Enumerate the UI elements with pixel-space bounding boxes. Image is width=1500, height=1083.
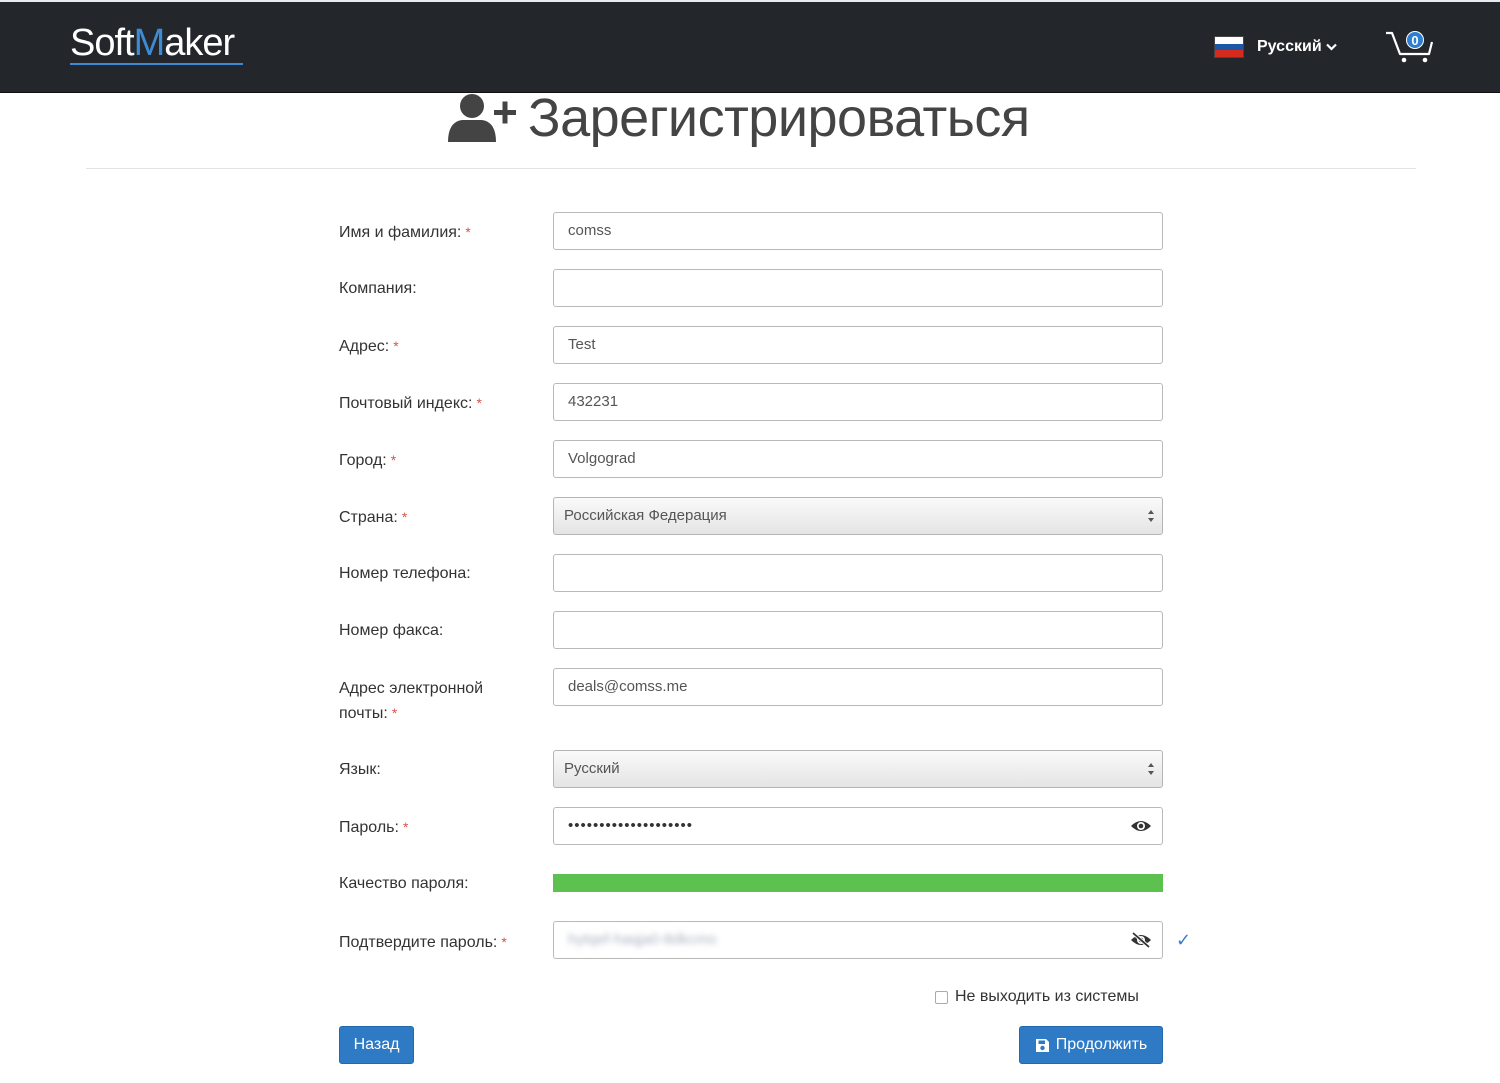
stay-logged-in-label: Не выходить из системы <box>955 988 1139 1005</box>
softmaker-logo[interactable]: SoftMaker <box>70 22 235 68</box>
password-strength-fill <box>553 874 1163 892</box>
password-input[interactable]: •••••••••••••••••••• <box>553 807 1163 845</box>
chevron-down-icon <box>1325 43 1337 51</box>
logo-underline <box>70 63 243 65</box>
company-input[interactable] <box>553 269 1163 307</box>
browser-top-strip <box>0 0 1500 2</box>
eye-icon[interactable] <box>1130 818 1152 834</box>
label-fax: Номер факса: <box>339 622 444 639</box>
stay-logged-in[interactable]: Не выходить из системы <box>935 988 1139 1006</box>
language-select[interactable]: Русский <box>553 750 1163 788</box>
confirm-password-input[interactable]: hytqef-haqja0-8dkcmo <box>553 921 1163 959</box>
eye-slash-icon[interactable] <box>1130 932 1152 948</box>
select-arrows-icon <box>1148 763 1154 775</box>
address-input[interactable]: Test <box>553 326 1163 364</box>
save-icon <box>1035 1038 1049 1052</box>
city-input[interactable]: Volgograd <box>553 440 1163 478</box>
logo-text-aker: aker <box>164 22 235 64</box>
label-country: Страна: * <box>339 509 408 526</box>
back-button-label: Назад <box>353 1036 400 1053</box>
language-select-value: Русский <box>564 760 620 777</box>
title-divider <box>86 168 1416 169</box>
password-value: •••••••••••••••••••• <box>568 817 694 834</box>
logo-text-soft: Soft <box>70 22 135 64</box>
language-selector[interactable]: Русский <box>1214 34 1337 60</box>
label-postal-code: Почтовый индекс: * <box>339 395 482 412</box>
cart-count-badge: 0 <box>1406 31 1424 49</box>
label-full-name: Имя и фамилия: * <box>339 224 471 241</box>
logo-text-m: M <box>133 22 166 64</box>
page-title: Зарегистрироваться <box>446 88 1030 148</box>
password-strength-bar <box>553 874 1163 892</box>
russia-flag-icon <box>1214 36 1244 58</box>
phone-input[interactable] <box>553 554 1163 592</box>
label-company: Компания: <box>339 280 417 297</box>
label-password: Пароль: * <box>339 819 409 836</box>
label-city: Город: * <box>339 452 397 469</box>
label-phone: Номер телефона: <box>339 565 471 582</box>
full-name-input[interactable]: comss <box>553 212 1163 250</box>
email-input[interactable]: deals@comss.me <box>553 668 1163 706</box>
country-select-value: Российская Федерация <box>564 507 727 524</box>
continue-button[interactable]: Продолжить <box>1019 1026 1163 1064</box>
label-address: Адрес: * <box>339 338 399 355</box>
label-confirm-password: Подтвердите пароль: * <box>339 934 507 951</box>
label-email: Адрес электронной почты: * <box>339 680 484 722</box>
select-arrows-icon <box>1148 510 1154 522</box>
user-plus-icon <box>448 94 516 142</box>
country-select[interactable]: Российская Федерация <box>553 497 1163 535</box>
stay-logged-in-checkbox[interactable] <box>935 990 948 1004</box>
continue-button-label: Продолжить <box>1055 1036 1148 1053</box>
cart-button[interactable]: 0 <box>1384 28 1436 66</box>
check-icon: ✓ <box>1176 930 1192 950</box>
postal-code-input[interactable]: 432231 <box>553 383 1163 421</box>
back-button[interactable]: Назад <box>339 1026 414 1064</box>
label-language: Язык: <box>339 761 381 778</box>
language-label: Русский <box>1257 38 1322 55</box>
confirm-password-value: hytqef-haqja0-8dkcmo <box>568 931 717 948</box>
fax-input[interactable] <box>553 611 1163 649</box>
page-title-text: Зарегистрироваться <box>528 88 1030 148</box>
label-password-quality: Качество пароля: <box>339 875 469 892</box>
